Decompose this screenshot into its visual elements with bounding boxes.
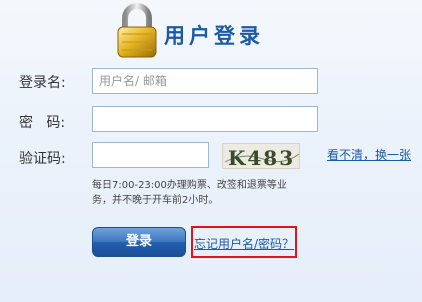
login-button[interactable]: 登录 xyxy=(92,227,186,257)
username-input[interactable] xyxy=(92,68,318,94)
forgot-password-link[interactable]: 忘记用户名/密码？ xyxy=(194,235,294,252)
login-panel: 用户登录 登录名: 密 码: 验证码: K483 看不清，换一张 每日7:00-… xyxy=(0,0,422,302)
username-label: 登录名: xyxy=(19,75,66,91)
captcha-label: 验证码: xyxy=(19,151,66,167)
padlock-icon xyxy=(117,3,157,58)
service-hours-note: 每日7:00-23:00办理购票、改签和退票等业务，并不晚于开车前2小时。 xyxy=(92,180,287,206)
captcha-text: K483 xyxy=(228,146,295,169)
login-header: 用户登录 xyxy=(116,0,336,62)
refresh-captcha-link[interactable]: 看不清，换一张 xyxy=(327,146,411,163)
password-label: 密 码: xyxy=(19,115,66,131)
page-title: 用户登录 xyxy=(164,24,264,48)
captcha-image: K483 xyxy=(222,143,300,169)
captcha-input[interactable] xyxy=(92,142,209,168)
password-input[interactable] xyxy=(92,106,318,132)
